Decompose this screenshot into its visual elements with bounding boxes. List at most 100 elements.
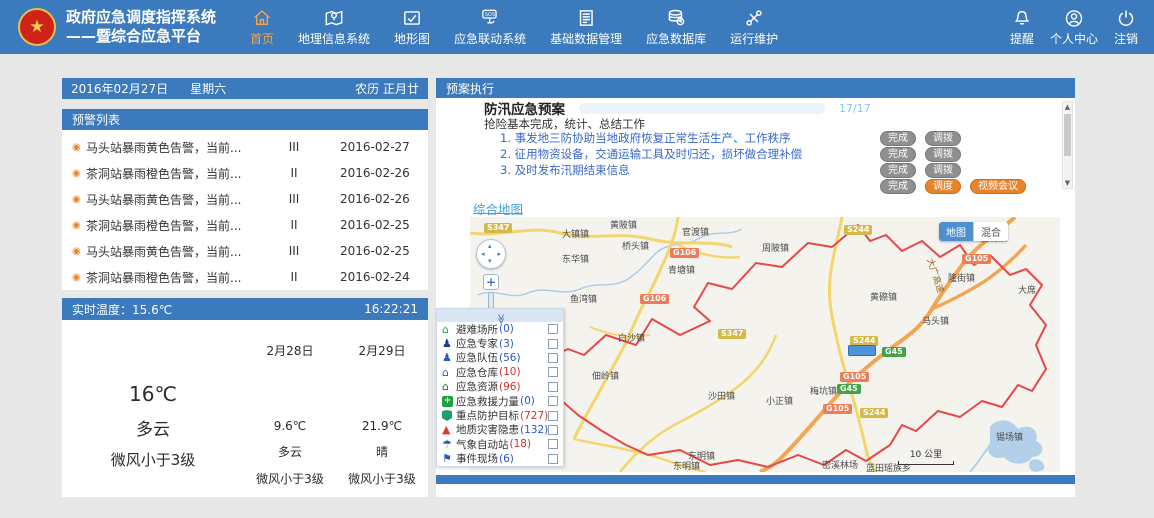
legend-label: 应急专家 [456, 336, 498, 351]
legend-collapse-button[interactable]: ≫ [437, 309, 563, 322]
map-selected-marker[interactable] [848, 345, 876, 356]
legend-checkbox[interactable] [548, 367, 558, 377]
tools-icon [743, 7, 765, 29]
alert-pin-icon: ◉ [72, 246, 86, 257]
legend-label: 应急队伍 [456, 350, 498, 365]
app-title: 政府应急调度指挥系统 ——暨综合应急平台 [66, 8, 216, 47]
forecast-day-1: 2月28日 9.6℃ 多云 微风小于3级 [244, 320, 336, 497]
nav-item-gis[interactable]: 地理信息系统 [298, 7, 370, 47]
current-wind: 微风小于3级 [111, 449, 196, 470]
forecast-temp: 9.6℃ [274, 419, 307, 433]
complete-button[interactable]: 完成 [880, 131, 916, 146]
alert-level: III [262, 192, 326, 206]
legend-checkbox[interactable] [548, 339, 558, 349]
plan-task-list: 1. 事发地三防协助当地政府恢复正常生活生产、工作秩序完成调拨2. 征用物资设备… [436, 130, 1075, 194]
legend-item[interactable]: ⌂避难场所(0) [437, 322, 563, 336]
alert-row[interactable]: ◉茶洞站暴雨橙色告警，当前...II2016-02-26 [62, 160, 428, 186]
alert-date: 2016-02-25 [326, 244, 418, 258]
alert-row[interactable]: ◉马头站暴雨黄色告警，当前...III2016-02-26 [62, 186, 428, 212]
nav-label: 个人中心 [1050, 30, 1098, 47]
bell-icon [1011, 7, 1033, 29]
scroll-down-icon[interactable]: ▼ [1063, 178, 1072, 188]
legend-item[interactable]: ☂气象自动站(18) [437, 437, 563, 451]
map-town-label: 青塘镇 [668, 263, 695, 276]
map-pan-control[interactable]: ▴ ▾ ◂ ▸ [476, 239, 506, 269]
forecast-wind: 微风小于3级 [348, 470, 416, 487]
map-town-label: 鱼湾镇 [570, 292, 597, 305]
alert-row[interactable]: ◉马头站暴雨黄色告警，当前...III2016-02-25 [62, 238, 428, 264]
map-town-label: 东明镇 [673, 459, 700, 472]
plan-task-row: 1. 事发地三防协助当地政府恢复正常生活生产、工作秩序完成调拨 [436, 130, 1075, 146]
legend-item[interactable]: ▲地质灾害隐患(132) [437, 423, 563, 437]
legend-count: (18) [510, 438, 532, 450]
road-number-badge: G105 [840, 372, 869, 382]
weather-panel-header: 实时温度：15.6℃ 16:22:21 [62, 298, 428, 320]
legend-checkbox[interactable] [548, 353, 558, 363]
road-number-badge: S347 [484, 223, 512, 233]
alert-date: 2016-02-27 [326, 140, 418, 154]
transfer-button[interactable]: 调拨 [925, 147, 961, 162]
warehouse-icon: ⌂ [442, 367, 456, 378]
video-conference-button[interactable]: 视频会议 [970, 179, 1026, 194]
pan-right-icon[interactable]: ▸ [497, 251, 501, 258]
nav-item-ops-maintenance[interactable]: 运行维护 [730, 7, 778, 47]
pan-up-icon[interactable]: ▴ [488, 243, 492, 250]
legend-checkbox[interactable] [548, 439, 558, 449]
main-nav: 首页 地理信息系统 地形图 SOS 应急联动系统 基础数据管理 应急数据库 运行… [250, 7, 778, 47]
map-type-map-button[interactable]: 地图 [939, 222, 973, 241]
scrollbar[interactable]: ▲ ▼ [1062, 101, 1073, 189]
hazard-triangle-icon: ▲ [442, 424, 456, 435]
alert-row[interactable]: ◉茶洞站暴雨橙色告警，当前...II2016-02-25 [62, 212, 428, 238]
legend-item[interactable]: ♟应急队伍(56) [437, 351, 563, 365]
power-icon [1115, 7, 1137, 29]
alert-text: 茶洞站暴雨橙色告警，当前... [86, 165, 262, 182]
legend-item[interactable]: 重点防护目标(727) [437, 408, 563, 422]
alert-date: 2016-02-25 [326, 218, 418, 232]
legend-checkbox[interactable] [548, 454, 558, 464]
task-buttons: 完成调拨 [880, 147, 961, 162]
complete-button[interactable]: 完成 [880, 179, 916, 194]
transfer-button[interactable]: 调拨 [925, 163, 961, 178]
plan-panel-title: 预案执行 [446, 80, 494, 97]
legend-item[interactable]: ⌂应急仓库(10) [437, 365, 563, 379]
legend-item[interactable]: ⚑事件现场(6) [437, 452, 563, 466]
alert-row[interactable]: ◉马头站暴雨黄色告警，当前...III2016-02-27 [62, 134, 428, 160]
legend-checkbox[interactable] [548, 411, 558, 421]
map-town-label: 梅坑镇 [810, 384, 837, 397]
nav-item-emergency-linkage[interactable]: SOS 应急联动系统 [454, 7, 526, 47]
map-town-label: 佃岭镇 [592, 369, 619, 382]
complete-button[interactable]: 完成 [880, 147, 916, 162]
logout-button[interactable]: 注销 [1114, 7, 1138, 47]
legend-item[interactable]: ⌂应急资源(96) [437, 380, 563, 394]
clock-text: 16:22:21 [364, 302, 418, 316]
nav-item-terrain[interactable]: 地形图 [394, 7, 430, 47]
zoom-in-button[interactable]: + [483, 274, 499, 290]
alert-level: II [262, 218, 326, 232]
team-icon: ♟ [442, 352, 456, 363]
nav-item-emergency-db[interactable]: 应急数据库 [646, 7, 706, 47]
nav-label: 地理信息系统 [298, 30, 370, 47]
complete-button[interactable]: 完成 [880, 163, 916, 178]
transfer-button[interactable]: 调拨 [925, 131, 961, 146]
notifications-button[interactable]: 提醒 [1010, 7, 1034, 47]
nav-item-home[interactable]: 首页 [250, 7, 274, 47]
map-town-label: 周陂镇 [762, 241, 789, 254]
map-scale-label: 10 公里 [898, 447, 954, 460]
nav-label: 首页 [250, 30, 274, 47]
legend-item[interactable]: ♟应急专家(3) [437, 336, 563, 350]
composite-map-link[interactable]: 综合地图 [473, 199, 523, 214]
pan-left-icon[interactable]: ◂ [481, 251, 485, 258]
dispatch-button[interactable]: 调度 [925, 179, 961, 194]
map-type-hybrid-button[interactable]: 混合 [973, 222, 1008, 241]
pan-down-icon[interactable]: ▾ [488, 258, 492, 265]
scroll-up-icon[interactable]: ▲ [1063, 102, 1072, 112]
profile-button[interactable]: 个人中心 [1050, 7, 1098, 47]
alert-row[interactable]: ◉茶洞站暴雨橙色告警，当前...II2016-02-24 [62, 264, 428, 290]
nav-item-base-data[interactable]: 基础数据管理 [550, 7, 622, 47]
legend-checkbox[interactable] [548, 396, 558, 406]
legend-checkbox[interactable] [548, 324, 558, 334]
legend-item[interactable]: +应急救援力量(0) [437, 394, 563, 408]
scroll-thumb[interactable] [1064, 114, 1071, 156]
legend-checkbox[interactable] [548, 382, 558, 392]
legend-checkbox[interactable] [548, 425, 558, 435]
